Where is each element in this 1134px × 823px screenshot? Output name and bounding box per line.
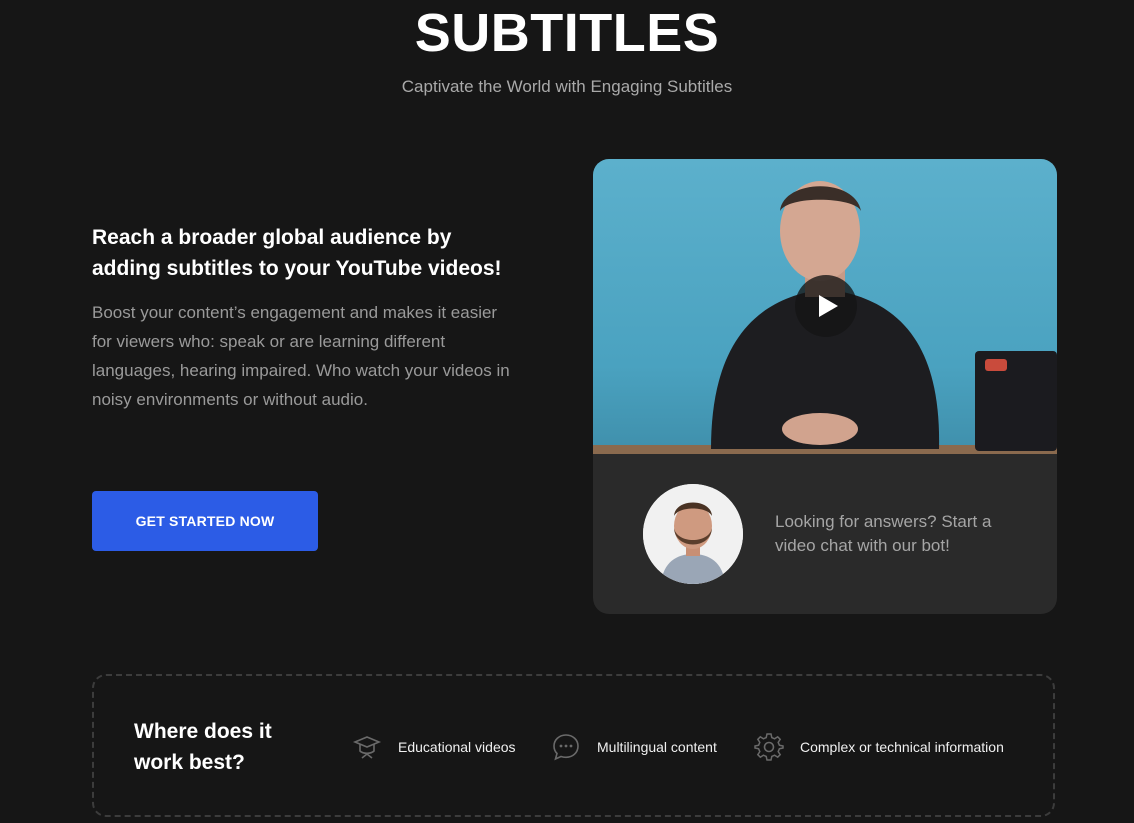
play-button[interactable] <box>795 275 857 337</box>
feature-educational: Educational videos <box>352 732 516 762</box>
best-use-title: Where does it work best? <box>134 720 272 774</box>
get-started-button[interactable]: GET STARTED NOW <box>92 491 318 551</box>
feature-label: Complex or technical information <box>800 739 1004 755</box>
page-title: SUBTITLES <box>414 3 720 63</box>
feature-label: Multilingual content <box>597 739 717 755</box>
bot-chat-prompt: Looking for answers? Start a video chat … <box>775 512 992 555</box>
video-card: Looking for answers? Start a video chat … <box>593 159 1057 614</box>
gear-icon <box>754 733 784 761</box>
play-icon <box>819 295 838 317</box>
bot-face-image <box>643 484 743 584</box>
graduation-cap-icon <box>352 736 382 759</box>
video-player[interactable] <box>593 159 1057 454</box>
bot-avatar[interactable] <box>643 484 743 584</box>
feature-technical: Complex or technical information <box>754 732 1004 762</box>
intro-headline: Reach a broader global audience by addin… <box>92 226 502 280</box>
best-use-panel: Where does it work best? Educational vid… <box>92 674 1055 817</box>
intro-section: Reach a broader global audience by addin… <box>92 222 522 414</box>
intro-body: Boost your content’s engagement and make… <box>92 303 510 409</box>
page-subtitle: Captivate the World with Engaging Subtit… <box>401 77 733 96</box>
feature-multilingual: Multilingual content <box>551 732 717 762</box>
chat-bubble-icon <box>553 734 579 761</box>
feature-label: Educational videos <box>398 739 516 755</box>
